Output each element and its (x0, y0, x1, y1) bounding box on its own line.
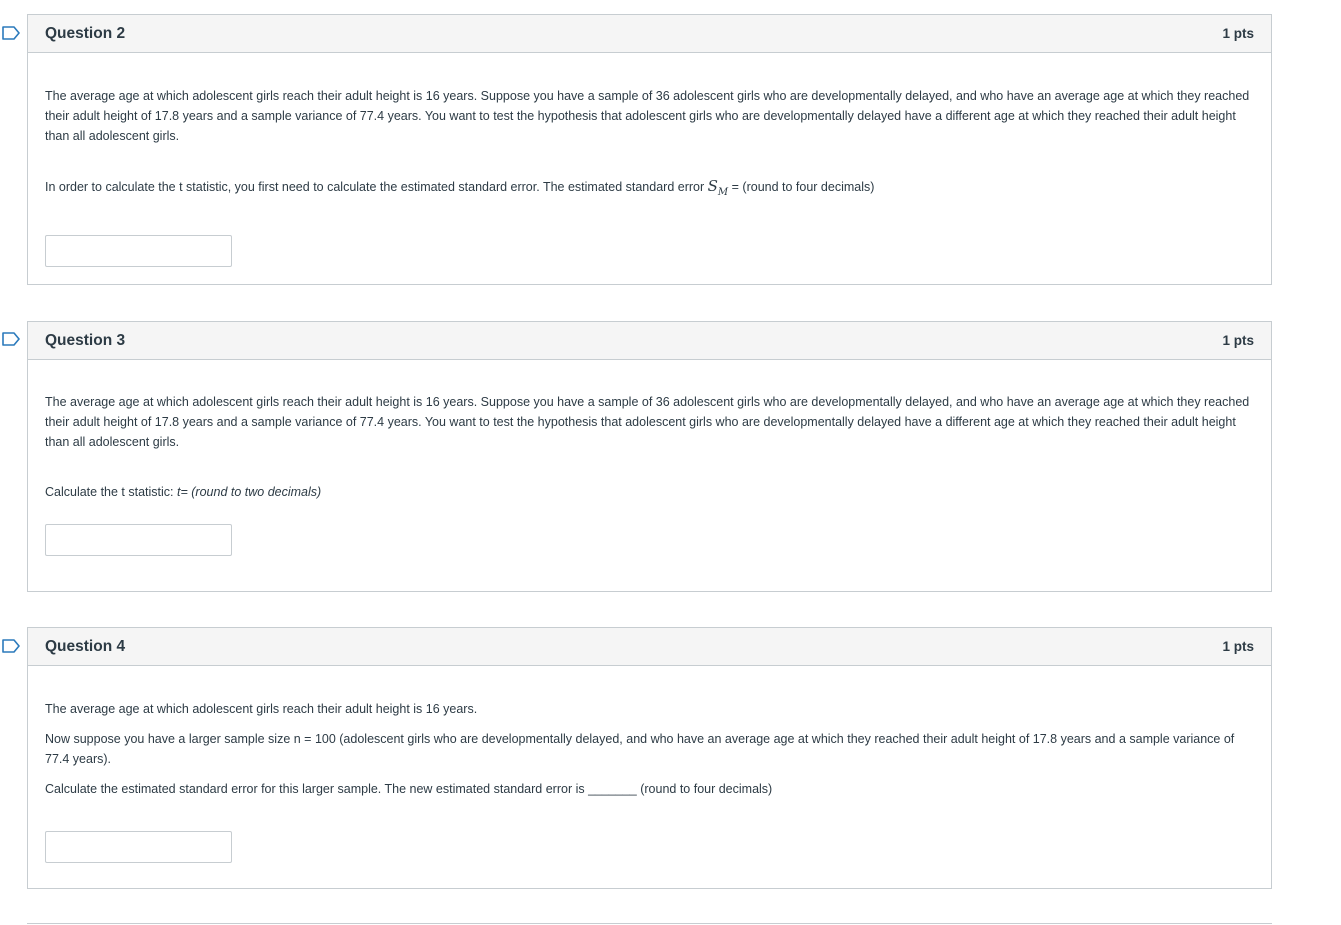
question-header: Question 4 1 pts (28, 628, 1271, 666)
flag-question-icon[interactable] (2, 26, 20, 40)
answer-input[interactable] (45, 831, 232, 863)
answer-input[interactable] (45, 235, 232, 267)
question-scenario: The average age at which adolescent girl… (45, 395, 1250, 449)
answer-input[interactable] (45, 524, 232, 556)
flag-question-icon[interactable] (2, 639, 20, 653)
prompt-text-before: In order to calculate the t statistic, y… (45, 180, 705, 194)
question-line-2: Now suppose you have a larger sample siz… (45, 732, 1235, 766)
question-prompt: Calculate the t statistic: t= (round to … (45, 482, 1254, 502)
question-title: Question 2 (45, 24, 126, 42)
question-points: 1 pts (1222, 26, 1254, 41)
math-symbol: SM (707, 177, 729, 198)
question-body: The average age at which adolescent girl… (28, 699, 1271, 863)
quiz-page: Question 2 1 pts The average age at whic… (0, 0, 1341, 925)
question-scenario: The average age at which adolescent girl… (45, 89, 1250, 143)
question-line-3: Calculate the estimated standard error f… (45, 782, 773, 796)
prompt-text-italic: t= (round to two decimals) (177, 485, 322, 499)
question-card: Question 4 1 pts The average age at whic… (27, 627, 1272, 889)
flag-question-icon[interactable] (2, 332, 20, 346)
question-title: Question 4 (45, 637, 126, 655)
question-header: Question 3 1 pts (28, 322, 1271, 360)
question-line-1: The average age at which adolescent girl… (45, 702, 478, 716)
divider (27, 923, 1272, 924)
question-title: Question 3 (45, 331, 126, 349)
question-points: 1 pts (1222, 639, 1254, 654)
question-prompt: In order to calculate the t statistic, y… (45, 176, 1254, 203)
question-header: Question 2 1 pts (28, 15, 1271, 53)
prompt-text-after: = (round to four decimals) (731, 180, 875, 194)
question-card: Question 2 1 pts The average age at whic… (27, 14, 1272, 285)
question-body: The average age at which adolescent girl… (28, 392, 1271, 556)
question-points: 1 pts (1222, 333, 1254, 348)
prompt-text-plain: Calculate the t statistic: (45, 485, 178, 499)
question-card: Question 3 1 pts The average age at whic… (27, 321, 1272, 592)
question-body: The average age at which adolescent girl… (28, 86, 1271, 267)
